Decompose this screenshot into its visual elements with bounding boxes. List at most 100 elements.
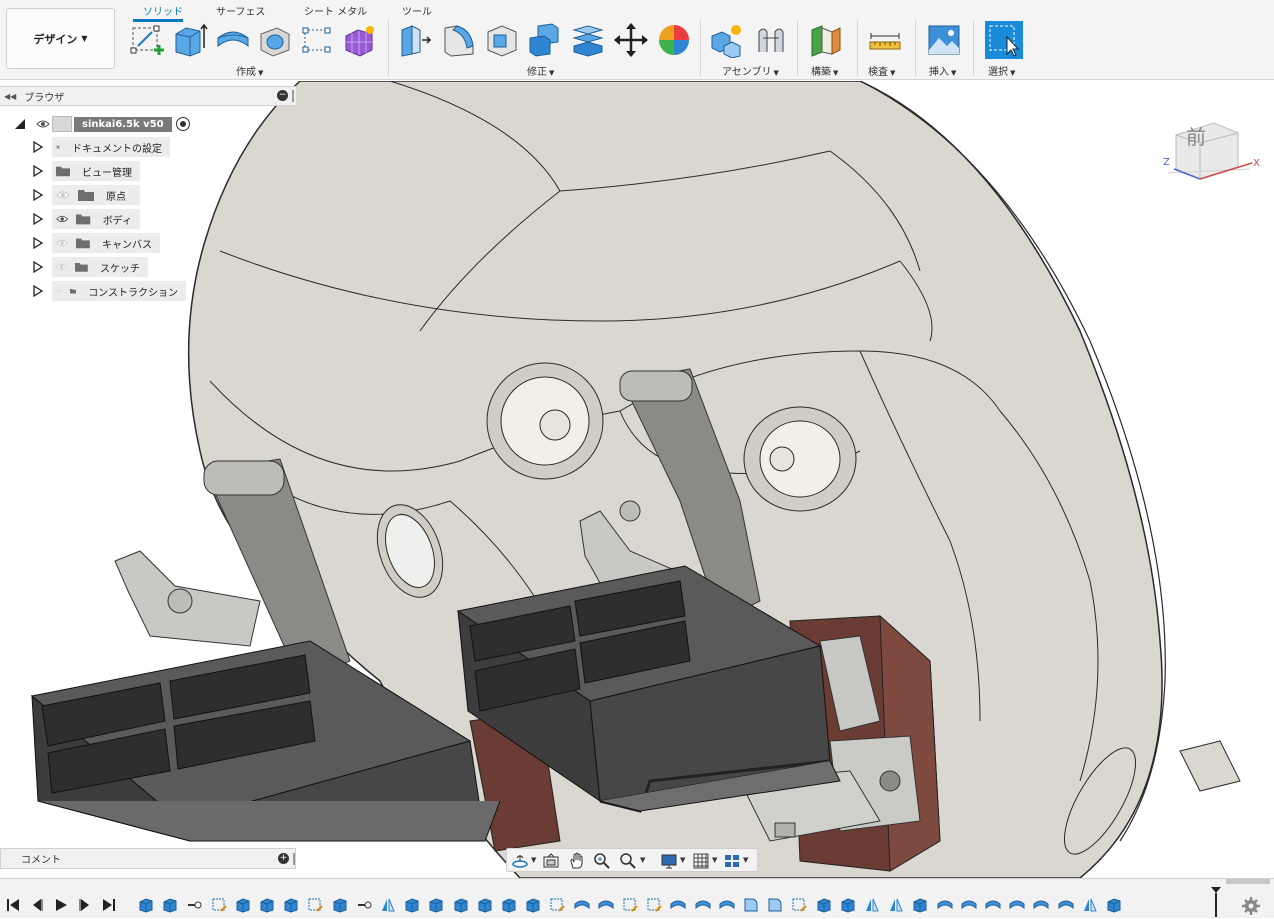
browser-item[interactable]: スケッチ [52, 257, 148, 277]
timeline-sketch-icon[interactable] [622, 897, 638, 913]
shell-icon[interactable] [484, 22, 520, 58]
expand-triangle-icon[interactable] [33, 165, 43, 177]
timeline-mirror-icon[interactable] [888, 897, 904, 913]
tab-tools[interactable]: ツール [402, 3, 432, 18]
browser-item[interactable]: コンストラクション [52, 281, 186, 301]
browser-root-node[interactable]: sinkai6.5k v50 [32, 114, 190, 134]
expand-triangle-icon[interactable] [33, 237, 43, 249]
construct-group-label[interactable]: 構築 ▼ [811, 63, 838, 78]
split-body-icon[interactable] [570, 22, 606, 58]
press-pull-icon[interactable] [398, 22, 434, 58]
timeline-extrude-icon[interactable] [428, 897, 444, 913]
timeline-revolve-icon[interactable] [985, 897, 1001, 913]
display-settings-icon[interactable] [660, 852, 678, 870]
modify-group-label[interactable]: 修正 ▼ [527, 63, 554, 78]
hidden-eye-icon[interactable] [56, 286, 62, 296]
browser-item[interactable]: ボディ [52, 209, 140, 229]
browser-item[interactable]: キャンバス [52, 233, 160, 253]
step-forward-icon[interactable] [78, 898, 92, 912]
tab-surface[interactable]: サーフェス [216, 3, 265, 18]
viewports-dropdown-icon[interactable]: ▼ [743, 856, 748, 864]
grid-icon[interactable] [692, 852, 710, 870]
timeline-extrude-icon[interactable] [259, 897, 275, 913]
timeline-revolve-icon[interactable] [719, 897, 735, 913]
timeline-revolve-icon[interactable] [1058, 897, 1074, 913]
display-dropdown-icon[interactable]: ▼ [680, 856, 685, 864]
timeline-track[interactable] [130, 891, 1216, 919]
hole-icon[interactable] [257, 22, 293, 58]
timeline-extrude-icon[interactable] [453, 897, 469, 913]
timeline-extrude-icon[interactable] [501, 897, 517, 913]
model-render[interactable] [0, 81, 1274, 878]
timeline-fillet-icon[interactable] [743, 897, 759, 913]
expand-triangle-icon[interactable] [33, 285, 43, 297]
step-back-icon[interactable] [30, 898, 44, 912]
workspace-switcher-button[interactable]: デザイン ▼ [6, 8, 115, 69]
panel-grip-icon[interactable] [292, 90, 294, 102]
viewports-icon[interactable] [723, 852, 741, 870]
play-icon[interactable] [54, 898, 68, 912]
expand-triangle-icon[interactable] [33, 189, 43, 201]
timeline-sketch-icon[interactable] [549, 897, 566, 913]
expand-triangle-icon[interactable] [33, 141, 43, 153]
timeline-extrude-icon[interactable] [525, 897, 541, 913]
timeline-revolve-icon[interactable] [961, 897, 977, 913]
create-sketch-icon[interactable] [130, 22, 166, 58]
zoom-icon[interactable] [593, 852, 611, 870]
timeline-extrude-icon[interactable] [404, 897, 420, 913]
timeline-extrude-icon[interactable] [816, 897, 832, 913]
insert-group-label[interactable]: 挿入 ▼ [929, 63, 956, 78]
timeline-fillet-icon[interactable] [767, 897, 783, 913]
appearance-icon[interactable] [656, 22, 692, 58]
timeline-revolve-icon[interactable] [1009, 897, 1025, 913]
timeline-revolve-icon[interactable] [937, 897, 953, 913]
timeline-revolve-icon[interactable] [598, 897, 614, 913]
timeline-scrollbar[interactable] [1226, 879, 1270, 884]
panel-grip-icon[interactable] [293, 853, 295, 865]
activate-radio-icon[interactable] [175, 117, 190, 131]
visibility-eye-icon[interactable] [56, 214, 69, 224]
orbit-dropdown-icon[interactable]: ▼ [531, 856, 536, 864]
pan-icon[interactable] [568, 852, 586, 870]
browser-item[interactable]: ドキュメントの設定 [52, 137, 170, 157]
hidden-eye-icon[interactable] [56, 190, 70, 200]
visibility-eye-icon[interactable] [36, 119, 50, 129]
view-cube-face-label[interactable]: 前 [1186, 121, 1206, 150]
timeline-extrude-icon[interactable] [912, 897, 928, 913]
timeline-mirror-icon[interactable] [380, 897, 396, 913]
combine-icon[interactable] [526, 22, 562, 58]
revolve-icon[interactable] [215, 22, 251, 58]
add-comment-icon[interactable]: + [278, 853, 289, 864]
timeline-sketch-icon[interactable] [211, 897, 227, 913]
inspect-group-label[interactable]: 検査 ▼ [868, 63, 895, 78]
extrude-icon[interactable] [172, 22, 208, 58]
timeline-extrude-icon[interactable] [235, 897, 251, 913]
create-group-label[interactable]: 作成 ▼ [236, 63, 263, 78]
timeline-revolve-icon[interactable] [670, 897, 686, 913]
timeline-revolve-icon[interactable] [695, 897, 711, 913]
tab-solid[interactable]: ソリッド [143, 3, 183, 18]
browser-item[interactable]: 原点 [52, 185, 140, 205]
canvas-viewport[interactable]: 前 Z X [0, 81, 1274, 878]
minimize-panel-icon[interactable]: − [277, 90, 288, 101]
expand-triangle-icon[interactable] [33, 261, 43, 273]
skip-end-icon[interactable] [102, 898, 116, 912]
tab-sheet-metal[interactable]: シート メタル [304, 3, 367, 18]
assembly-group-label[interactable]: アセンブリ ▼ [722, 63, 779, 78]
timeline-extrude-icon[interactable] [840, 897, 856, 913]
skip-start-icon[interactable] [6, 898, 20, 912]
fit-icon[interactable] [619, 852, 637, 870]
orbit-icon[interactable] [511, 852, 529, 870]
measure-icon[interactable] [867, 22, 903, 58]
hidden-eye-icon[interactable] [56, 238, 68, 248]
look-at-icon[interactable] [542, 852, 560, 870]
zoom-dropdown-icon[interactable]: ▼ [640, 856, 645, 864]
grid-dropdown-icon[interactable]: ▼ [712, 856, 717, 864]
timeline-revolve-icon[interactable] [574, 897, 590, 913]
timeline-sketch-icon[interactable] [307, 897, 324, 913]
timeline-sketch-icon[interactable] [791, 897, 808, 913]
select-group-label[interactable]: 選択 ▼ [988, 63, 1015, 78]
collapse-panel-icon[interactable]: ◀◀ [4, 92, 16, 101]
timeline-joint-icon[interactable] [356, 897, 372, 913]
construction-plane-icon[interactable] [808, 22, 844, 58]
